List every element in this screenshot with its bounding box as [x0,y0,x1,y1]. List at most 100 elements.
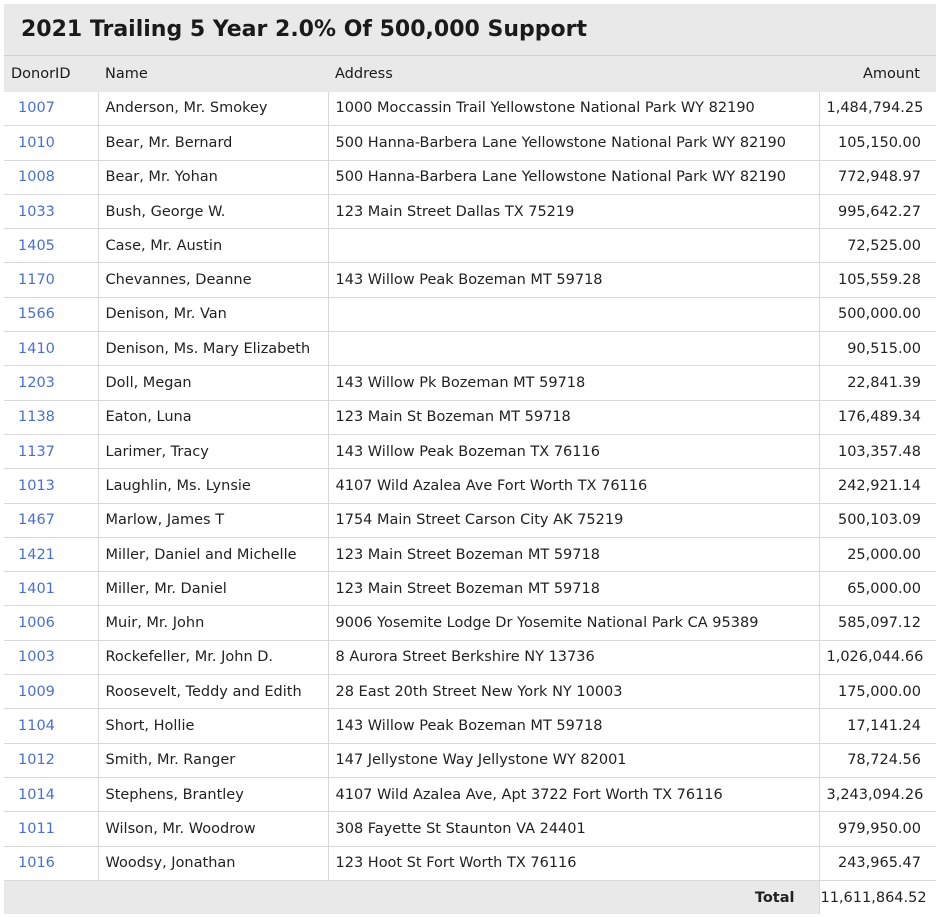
donor-id-cell: 1008 [4,160,99,195]
table-row: 1033 Bush, George W. 123 Main Street Dalla… [4,194,936,230]
donor-amount-cell: 78,724.56 [819,743,936,778]
donor-id-link[interactable]: 1033 [18,204,55,220]
donor-name-cell: Anderson, Mr. Smokey [98,91,329,127]
donor-name-cell: Short, Hollie [98,708,329,744]
table-row: 1401 Miller, Mr. Daniel 123 Main Street Bo… [4,571,936,607]
donor-id-cell: 1170 [4,262,99,298]
donor-amount-cell: 995,642.27 [819,194,936,230]
donor-name-cell: Miller, Daniel and Michelle [98,537,329,573]
column-header-donorid[interactable]: DonorID [4,55,98,92]
donor-id-cell: 1007 [4,91,99,127]
donor-name-cell: Bear, Mr. Bernard [98,125,329,161]
donor-amount-cell: 22,841.39 [819,365,936,401]
donor-id-cell: 1016 [4,846,99,881]
donor-id-cell: 1410 [4,331,99,367]
donor-address-cell [328,297,820,333]
donor-amount-cell: 585,097.12 [819,605,936,641]
donor-name-cell: Chevannes, Deanne [98,262,329,298]
donor-amount-cell: 17,141.24 [819,708,936,744]
donor-id-link[interactable]: 1421 [18,547,55,563]
donor-name-cell: Laughlin, Ms. Lynsie [98,468,329,504]
donor-name-cell: Denison, Mr. Van [98,297,329,333]
donor-id-link[interactable]: 1008 [18,169,55,185]
donor-amount-cell: 72,525.00 [819,228,936,264]
donor-name-cell: Muir, Mr. John [98,605,329,641]
column-header-amount[interactable]: Amount [819,55,936,92]
donor-id-link[interactable]: 1170 [18,272,55,288]
donor-address-cell: 123 Hoot St Fort Worth TX 76116 [328,846,820,881]
donor-id-cell: 1203 [4,365,99,401]
donor-id-link[interactable]: 1012 [18,752,55,768]
donor-id-link[interactable]: 1401 [18,581,55,597]
donor-address-cell: 500 Hanna-Barbera Lane Yellowstone Natio… [328,160,820,195]
donor-amount-cell: 1,484,794.25 [819,91,936,127]
donor-address-cell: 143 Willow Peak Bozeman TX 76116 [328,434,820,470]
table-row: 1203 Doll, Megan 143 Willow Pk Bozeman MT … [4,365,936,401]
column-header-name[interactable]: Name [98,55,328,92]
donor-name-cell: Stephens, Brantley [98,777,329,813]
donor-id-link[interactable]: 1104 [18,718,55,734]
donor-id-link[interactable]: 1566 [18,306,55,322]
donor-address-cell: 143 Willow Pk Bozeman MT 59718 [328,365,820,401]
report-title: 2021 Trailing 5 Year 2.0% Of 500,000 Sup… [4,4,936,55]
donor-id-link[interactable]: 1410 [18,341,55,357]
donor-id-link[interactable]: 1203 [18,375,55,391]
donor-name-cell: Marlow, James T [98,503,329,538]
donor-name-cell: Smith, Mr. Ranger [98,743,329,778]
donor-amount-cell: 175,000.00 [819,674,936,710]
donor-id-link[interactable]: 1006 [18,615,55,631]
donor-id-cell: 1010 [4,125,99,161]
donor-amount-cell: 979,950.00 [819,811,936,847]
table-row: 1003 Rockefeller, Mr. John D. 8 Aurora Str… [4,640,936,676]
total-label: Total [4,880,819,915]
donor-id-link[interactable]: 1138 [18,409,55,425]
table-header-row: DonorID Name Address Amount [4,55,936,92]
donor-name-cell: Doll, Megan [98,365,329,401]
donor-id-link[interactable]: 1405 [18,238,55,254]
donor-address-cell: 143 Willow Peak Bozeman MT 59718 [328,708,820,744]
table-row: 1405 Case, Mr. Austin 72,525.00 [4,228,936,264]
donor-table: DonorID Name Address Amount 1007 Anderson… [4,55,936,915]
donor-address-cell: 4107 Wild Azalea Ave, Apt 3722 Fort Wort… [328,777,820,813]
donor-address-cell [328,228,820,264]
column-header-address[interactable]: Address [328,55,819,92]
donor-id-cell: 1421 [4,537,99,573]
donor-amount-cell: 105,559.28 [819,262,936,298]
donor-id-cell: 1011 [4,811,99,847]
donor-address-cell: 4107 Wild Azalea Ave Fort Worth TX 76116 [328,468,820,504]
donor-amount-cell: 243,965.47 [819,846,936,881]
total-row: Total 11,611,864.52 [4,880,936,915]
donor-id-link[interactable]: 1003 [18,649,55,665]
table-row: 1012 Smith, Mr. Ranger 147 Jellystone Way … [4,743,936,778]
donor-id-cell: 1104 [4,708,99,744]
donor-address-cell: 28 East 20th Street New York NY 10003 [328,674,820,710]
table-row: 1006 Muir, Mr. John 9006 Yosemite Lodge Dr… [4,605,936,641]
table-row: 1104 Short, Hollie 143 Willow Peak Bozeman… [4,708,936,744]
donor-id-link[interactable]: 1016 [18,855,55,871]
donor-address-cell: 8 Aurora Street Berkshire NY 13736 [328,640,820,676]
donor-name-cell: Larimer, Tracy [98,434,329,470]
table-row: 1014 Stephens, Brantley 4107 Wild Azalea A… [4,777,936,813]
donor-id-link[interactable]: 1009 [18,684,55,700]
donor-id-link[interactable]: 1010 [18,135,55,151]
table-row: 1009 Roosevelt, Teddy and Edith 28 East 20… [4,674,936,710]
table-row: 1013 Laughlin, Ms. Lynsie 4107 Wild Azalea… [4,468,936,504]
donor-id-link[interactable]: 1007 [18,100,55,116]
table-row: 1170 Chevannes, Deanne 143 Willow Peak Boz… [4,262,936,298]
donor-id-link[interactable]: 1467 [18,512,55,528]
donor-amount-cell: 65,000.00 [819,571,936,607]
donor-name-cell: Wilson, Mr. Woodrow [98,811,329,847]
donor-id-cell: 1033 [4,194,99,230]
donor-id-cell: 1137 [4,434,99,470]
donor-name-cell: Case, Mr. Austin [98,228,329,264]
donor-amount-cell: 772,948.97 [819,160,936,195]
donor-address-cell: 1754 Main Street Carson City AK 75219 [328,503,820,538]
donor-id-link[interactable]: 1137 [18,444,55,460]
donor-id-link[interactable]: 1014 [18,787,55,803]
donor-id-link[interactable]: 1011 [18,821,55,837]
donor-id-link[interactable]: 1013 [18,478,55,494]
donor-amount-cell: 3,243,094.26 [819,777,936,813]
donor-id-cell: 1405 [4,228,99,264]
donor-id-cell: 1003 [4,640,99,676]
donor-amount-cell: 500,103.09 [819,503,936,538]
